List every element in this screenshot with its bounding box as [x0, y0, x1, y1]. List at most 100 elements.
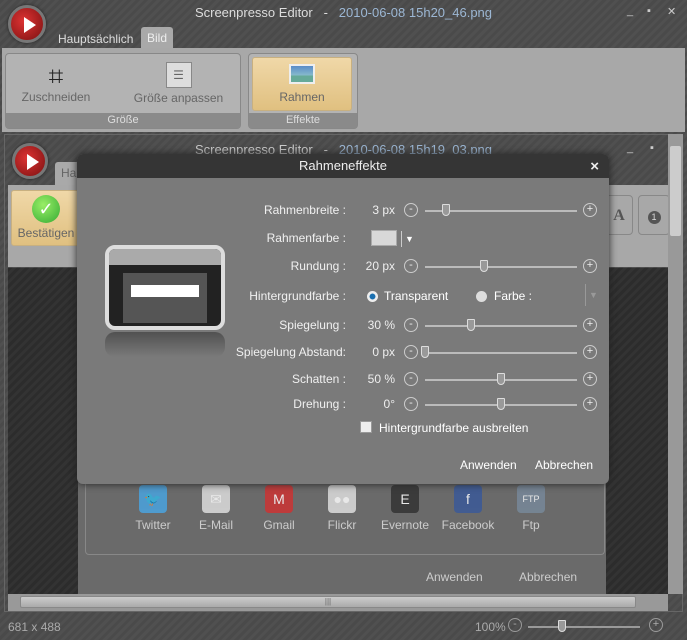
share-facebook[interactable]: f Facebook: [438, 485, 498, 532]
share-label: Gmail: [263, 518, 295, 532]
file-name: 2010-06-08 15h20_46.png: [338, 5, 493, 20]
slider[interactable]: [421, 346, 577, 358]
row-label: Spiegelung :: [279, 318, 346, 332]
increase-button[interactable]: +: [583, 259, 597, 273]
window-title: Screenpresso Editor - 2010-06-08 15h20_4…: [0, 5, 687, 20]
confirm-button[interactable]: ✓ Bestätigen: [11, 190, 81, 246]
zoom-slider[interactable]: [528, 620, 640, 632]
increase-button[interactable]: +: [583, 345, 597, 359]
share-evernote[interactable]: E Evernote: [375, 485, 435, 532]
slider[interactable]: [425, 398, 577, 410]
share-label: Ftp: [522, 518, 540, 532]
facebook-icon: f: [454, 485, 482, 513]
number-icon: 1: [647, 211, 661, 224]
rahmen-button[interactable]: Rahmen: [252, 57, 352, 111]
text-tool-button[interactable]: A: [605, 195, 633, 235]
slider[interactable]: [425, 373, 577, 385]
increase-button[interactable]: +: [583, 372, 597, 386]
zoom-level: 100%: [475, 620, 506, 634]
vertical-scrollbar[interactable]: [668, 134, 683, 594]
decrease-button[interactable]: -: [404, 203, 418, 217]
share-label: Facebook: [441, 518, 495, 532]
row-value: 20 px: [365, 259, 395, 273]
row-label: Schatten :: [291, 372, 346, 386]
row-value: 0 px: [372, 345, 395, 359]
inner-minimize-button[interactable]: _: [627, 142, 633, 154]
slider[interactable]: [425, 319, 577, 331]
tab-bild[interactable]: Bild: [141, 27, 174, 48]
slider-thumb[interactable]: [497, 398, 505, 410]
decrease-button[interactable]: -: [404, 345, 418, 359]
slider[interactable]: [425, 204, 577, 216]
maximize-button[interactable]: ▪: [647, 5, 651, 17]
share-gmail[interactable]: M Gmail: [249, 485, 309, 532]
zoom-slider-thumb[interactable]: [557, 620, 566, 632]
checkmark-icon: ✓: [32, 195, 60, 223]
group-grosse: ⌗ Zuschneiden ☰ Größe anpassen Größe: [5, 53, 241, 129]
frame-color-swatch[interactable]: [371, 230, 397, 246]
zoom-out-button[interactable]: -: [508, 618, 522, 632]
zoom-in-button[interactable]: +: [649, 618, 663, 632]
evernote-icon: E: [391, 485, 419, 513]
confirm-label: Bestätigen: [17, 226, 75, 240]
increase-button[interactable]: +: [583, 318, 597, 332]
share-label: E-Mail: [198, 518, 233, 532]
share-ftp[interactable]: FTP Ftp: [501, 485, 561, 532]
color-dropdown-arrow-icon[interactable]: ▼: [401, 231, 414, 247]
image-dimensions: 681 x 488: [8, 620, 61, 634]
gmail-icon: M: [265, 485, 293, 513]
share-twitter[interactable]: 🐦 Twitter: [123, 485, 183, 532]
close-button[interactable]: ✕: [667, 5, 676, 18]
slider-thumb[interactable]: [497, 373, 505, 385]
radio-transparent[interactable]: [367, 291, 378, 302]
ftp-icon: FTP: [517, 485, 545, 513]
slider-thumb[interactable]: [421, 346, 429, 358]
decrease-button[interactable]: -: [404, 397, 418, 411]
increase-button[interactable]: +: [583, 203, 597, 217]
increase-button[interactable]: +: [583, 397, 597, 411]
slider-thumb[interactable]: [442, 204, 451, 216]
expand-background-checkbox[interactable]: [360, 421, 372, 433]
share-flickr[interactable]: ●● Flickr: [312, 485, 372, 532]
decrease-button[interactable]: -: [404, 372, 418, 386]
share-label: Flickr: [327, 518, 357, 532]
vertical-scroll-thumb[interactable]: [670, 146, 681, 236]
share-list: 🐦 Twitter ✉ E-Mail M Gmail ●● Flickr E E…: [123, 485, 583, 545]
row-value: 50 %: [367, 372, 395, 386]
radio-transparent-label: Transparent: [384, 289, 449, 303]
app-title: Screenpresso Editor: [194, 5, 313, 20]
decrease-button[interactable]: -: [404, 259, 418, 273]
slider-thumb[interactable]: [466, 319, 475, 331]
slider-thumb[interactable]: [480, 260, 489, 272]
resize-button[interactable]: ☰ Größe anpassen: [131, 62, 226, 105]
crop-button[interactable]: ⌗ Zuschneiden: [16, 62, 96, 104]
background-cancel-button[interactable]: Abbrechen: [519, 570, 577, 584]
twitter-icon: 🐦: [139, 485, 167, 513]
rahmen-label: Rahmen: [279, 90, 325, 104]
row-label: Rahmenfarbe :: [266, 231, 346, 245]
apply-button[interactable]: Anwenden: [460, 458, 517, 472]
picture-frame-icon: [289, 64, 315, 84]
radio-farbe[interactable]: [476, 291, 487, 302]
share-label: Twitter: [135, 518, 171, 532]
background-color-dropdown-icon[interactable]: ▼: [585, 284, 598, 306]
decrease-button[interactable]: -: [404, 318, 418, 332]
slider[interactable]: [425, 260, 577, 272]
row-label: Rundung :: [290, 259, 346, 273]
number-tool-button[interactable]: 1: [638, 195, 670, 235]
resize-label: Größe anpassen: [133, 91, 224, 105]
minimize-button[interactable]: _: [627, 5, 633, 17]
row-label: Spiegelung Abstand:: [235, 345, 346, 359]
crop-label: Zuschneiden: [21, 90, 91, 104]
row-value: 0°: [383, 397, 395, 411]
cancel-button[interactable]: Abbrechen: [535, 458, 593, 472]
row-value: 3 px: [372, 203, 395, 217]
tab-hauptsachlich[interactable]: Hauptsächlich: [52, 28, 139, 50]
dialog-close-button[interactable]: ×: [590, 158, 599, 175]
horizontal-scroll-thumb[interactable]: |||: [20, 596, 636, 608]
inner-maximize-button[interactable]: ▪: [650, 142, 654, 154]
group-label-grosse: Größe: [6, 113, 240, 128]
share-e-mail[interactable]: ✉ E-Mail: [186, 485, 246, 532]
background-apply-button[interactable]: Anwenden: [426, 570, 483, 584]
horizontal-scrollbar[interactable]: |||: [8, 594, 668, 611]
